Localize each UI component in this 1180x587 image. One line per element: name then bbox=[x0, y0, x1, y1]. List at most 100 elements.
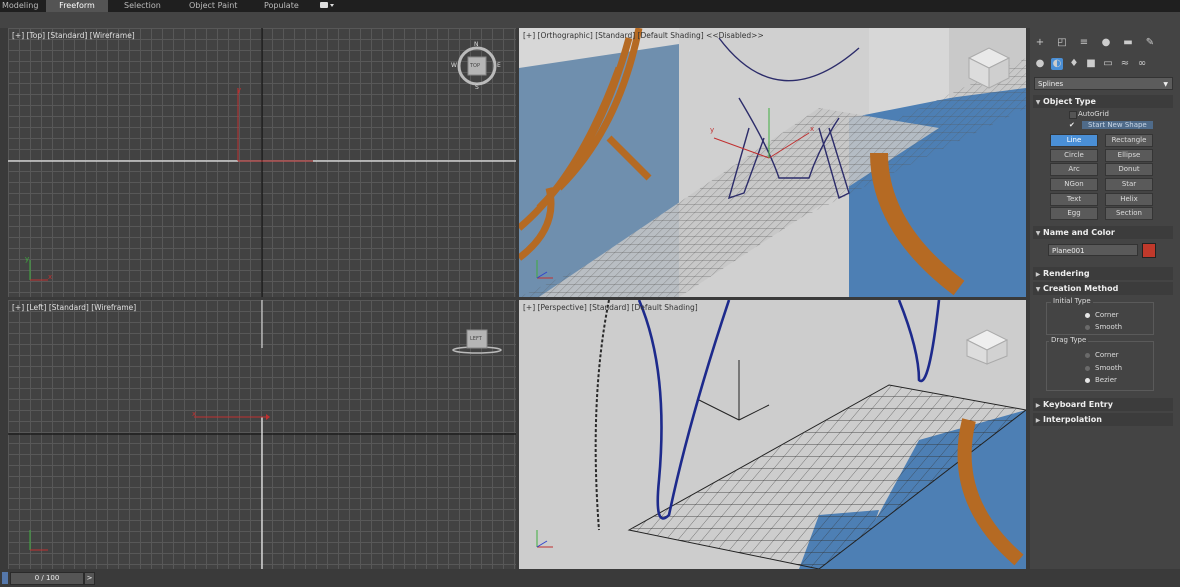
compass-s: S bbox=[475, 84, 479, 91]
collapse-icon: ▼ bbox=[1035, 286, 1041, 293]
hierarchy-tab-icon[interactable]: ≡ bbox=[1078, 37, 1090, 49]
rollout-object-type[interactable]: ▼ Object Type bbox=[1033, 95, 1173, 108]
rollout-creation-method-title: Creation Method bbox=[1043, 284, 1119, 293]
autogrid-checkbox[interactable] bbox=[1069, 111, 1077, 119]
time-slider-handle[interactable] bbox=[2, 572, 8, 584]
spacewarps-icon[interactable]: ≈ bbox=[1119, 58, 1131, 70]
start-new-shape-button[interactable]: Start New Shape bbox=[1082, 121, 1153, 129]
initial-smooth-label: Smooth bbox=[1095, 323, 1123, 331]
top-grid-axes bbox=[8, 28, 516, 297]
helpers-icon[interactable]: ▭ bbox=[1102, 58, 1114, 70]
tab-object-paint[interactable]: Object Paint bbox=[189, 0, 239, 12]
collapse-icon: ▼ bbox=[1035, 230, 1041, 237]
viewcube-top[interactable]: TOP N S E W bbox=[451, 41, 501, 91]
viewport-left[interactable]: [+] [Left] [Standard] [Wireframe] x LEFT bbox=[8, 300, 516, 569]
section-button[interactable]: Section bbox=[1105, 207, 1153, 220]
tab-populate[interactable]: Populate bbox=[264, 0, 304, 12]
drag-smooth-label: Smooth bbox=[1095, 364, 1123, 372]
top-axis-x-small: x bbox=[48, 273, 53, 281]
geometry-icon[interactable]: ● bbox=[1034, 58, 1046, 70]
tab-freeform[interactable]: Freeform bbox=[46, 0, 108, 12]
viewcube-left-face: LEFT bbox=[470, 336, 482, 342]
compass-w: W bbox=[451, 62, 457, 69]
donut-button[interactable]: Donut bbox=[1105, 163, 1153, 176]
rollout-keyboard-entry[interactable]: ▶ Keyboard Entry bbox=[1033, 398, 1173, 411]
drag-smooth-radio[interactable] bbox=[1085, 366, 1090, 371]
create-tab-icon[interactable]: + bbox=[1034, 37, 1046, 49]
drag-bezier-label: Bezier bbox=[1095, 376, 1117, 384]
viewcube-left[interactable]: LEFT bbox=[451, 328, 503, 356]
display-tab-icon[interactable]: ▬ bbox=[1122, 37, 1134, 49]
shapes-icon[interactable]: ◐ bbox=[1051, 58, 1063, 70]
next-frame-button[interactable]: > bbox=[84, 572, 95, 585]
rollout-rendering[interactable]: ▶ Rendering bbox=[1033, 267, 1173, 280]
ribbon-bar: Modeling Freeform Selection Object Paint… bbox=[0, 0, 1180, 12]
category-dropdown[interactable]: Splines ▼ bbox=[1034, 77, 1173, 90]
autogrid-label: AutoGrid bbox=[1078, 110, 1109, 118]
rectangle-button[interactable]: Rectangle bbox=[1105, 134, 1153, 147]
helix-button[interactable]: Helix bbox=[1105, 193, 1153, 206]
text-button[interactable]: Text bbox=[1050, 193, 1098, 206]
rollout-keyboard-entry-title: Keyboard Entry bbox=[1043, 400, 1113, 409]
viewcube-top-face: TOP bbox=[470, 63, 481, 69]
drag-type-label: Drag Type bbox=[1049, 336, 1089, 344]
rollout-interpolation-title: Interpolation bbox=[1043, 415, 1102, 424]
circle-button[interactable]: Circle bbox=[1050, 149, 1098, 162]
rollout-name-and-color[interactable]: ▼ Name and Color bbox=[1033, 226, 1173, 239]
drag-corner-label: Corner bbox=[1095, 351, 1119, 359]
motion-tab-icon[interactable]: ● bbox=[1100, 37, 1112, 49]
viewport-perspective-label[interactable]: [+] [Perspective] [Standard] [Default Sh… bbox=[523, 303, 698, 312]
tab-selection[interactable]: Selection bbox=[124, 0, 164, 12]
drag-bezier-radio[interactable] bbox=[1085, 378, 1090, 383]
compass-n: N bbox=[474, 41, 479, 48]
timeline-bar: 0 / 100 > bbox=[0, 569, 1180, 587]
viewport-header-strip bbox=[0, 12, 1180, 28]
drag-corner-radio[interactable] bbox=[1085, 353, 1090, 358]
collapse-icon: ▼ bbox=[1035, 99, 1041, 106]
rollout-creation-method[interactable]: ▼ Creation Method bbox=[1033, 282, 1173, 295]
viewport-orthographic[interactable]: y x [+] [Orthographic] [Standard] [Defau… bbox=[519, 28, 1026, 297]
rollout-rendering-title: Rendering bbox=[1043, 269, 1090, 278]
egg-button[interactable]: Egg bbox=[1050, 207, 1098, 220]
left-grid-axes bbox=[8, 300, 516, 569]
chevron-down-icon: ▼ bbox=[1163, 81, 1168, 88]
star-button[interactable]: Star bbox=[1105, 178, 1153, 191]
utilities-tab-icon[interactable]: ✎ bbox=[1144, 37, 1156, 49]
initial-type-label: Initial Type bbox=[1051, 297, 1093, 305]
rollout-interpolation[interactable]: ▶ Interpolation bbox=[1033, 413, 1173, 426]
ngon-button[interactable]: NGon bbox=[1050, 178, 1098, 191]
tab-modeling[interactable]: Modeling bbox=[2, 0, 40, 12]
category-value: Splines bbox=[1038, 80, 1064, 88]
viewport-perspective[interactable]: [+] [Perspective] [Standard] [Default Sh… bbox=[519, 300, 1026, 569]
initial-corner-label: Corner bbox=[1095, 311, 1119, 319]
lights-icon[interactable]: ♦ bbox=[1068, 58, 1080, 70]
object-color-swatch[interactable] bbox=[1142, 243, 1156, 258]
compass-e: E bbox=[497, 62, 501, 69]
modify-tab-icon[interactable]: ◰ bbox=[1056, 37, 1068, 49]
ellipse-button[interactable]: Ellipse bbox=[1105, 149, 1153, 162]
rollout-object-type-title: Object Type bbox=[1043, 97, 1096, 106]
start-new-shape-checkbox[interactable]: ✔ bbox=[1069, 122, 1075, 129]
line-button[interactable]: Line bbox=[1050, 134, 1098, 147]
top-y-label: y bbox=[237, 86, 242, 94]
initial-corner-radio[interactable] bbox=[1085, 313, 1090, 318]
ortho-scene bbox=[519, 28, 1026, 297]
object-name-input[interactable]: Plane001 bbox=[1048, 244, 1138, 256]
systems-icon[interactable]: ∞ bbox=[1136, 58, 1148, 70]
command-panel: + ◰ ≡ ● ▬ ✎ ● ◐ ♦ ■ ▭ ≈ ∞ Splines ▼ ▼ Obj… bbox=[1030, 28, 1180, 569]
expand-icon: ▶ bbox=[1035, 271, 1041, 278]
ortho-axis-y: y bbox=[710, 126, 715, 134]
expand-icon: ▶ bbox=[1035, 402, 1041, 409]
perspective-scene bbox=[519, 300, 1026, 569]
initial-smooth-radio[interactable] bbox=[1085, 325, 1090, 330]
ribbon-options-icon[interactable] bbox=[318, 0, 338, 12]
viewcube-icon bbox=[452, 329, 502, 354]
viewport-top[interactable]: [+] [Top] [Standard] [Wireframe] y y x T… bbox=[8, 28, 516, 297]
viewport-ortho-label[interactable]: [+] [Orthographic] [Standard] [Default S… bbox=[523, 31, 764, 40]
expand-icon: ▶ bbox=[1035, 417, 1041, 424]
left-x-label: x bbox=[192, 410, 197, 418]
cameras-icon[interactable]: ■ bbox=[1085, 58, 1097, 70]
rollout-name-and-color-title: Name and Color bbox=[1043, 228, 1115, 237]
frame-counter[interactable]: 0 / 100 bbox=[10, 572, 84, 585]
arc-button[interactable]: Arc bbox=[1050, 163, 1098, 176]
